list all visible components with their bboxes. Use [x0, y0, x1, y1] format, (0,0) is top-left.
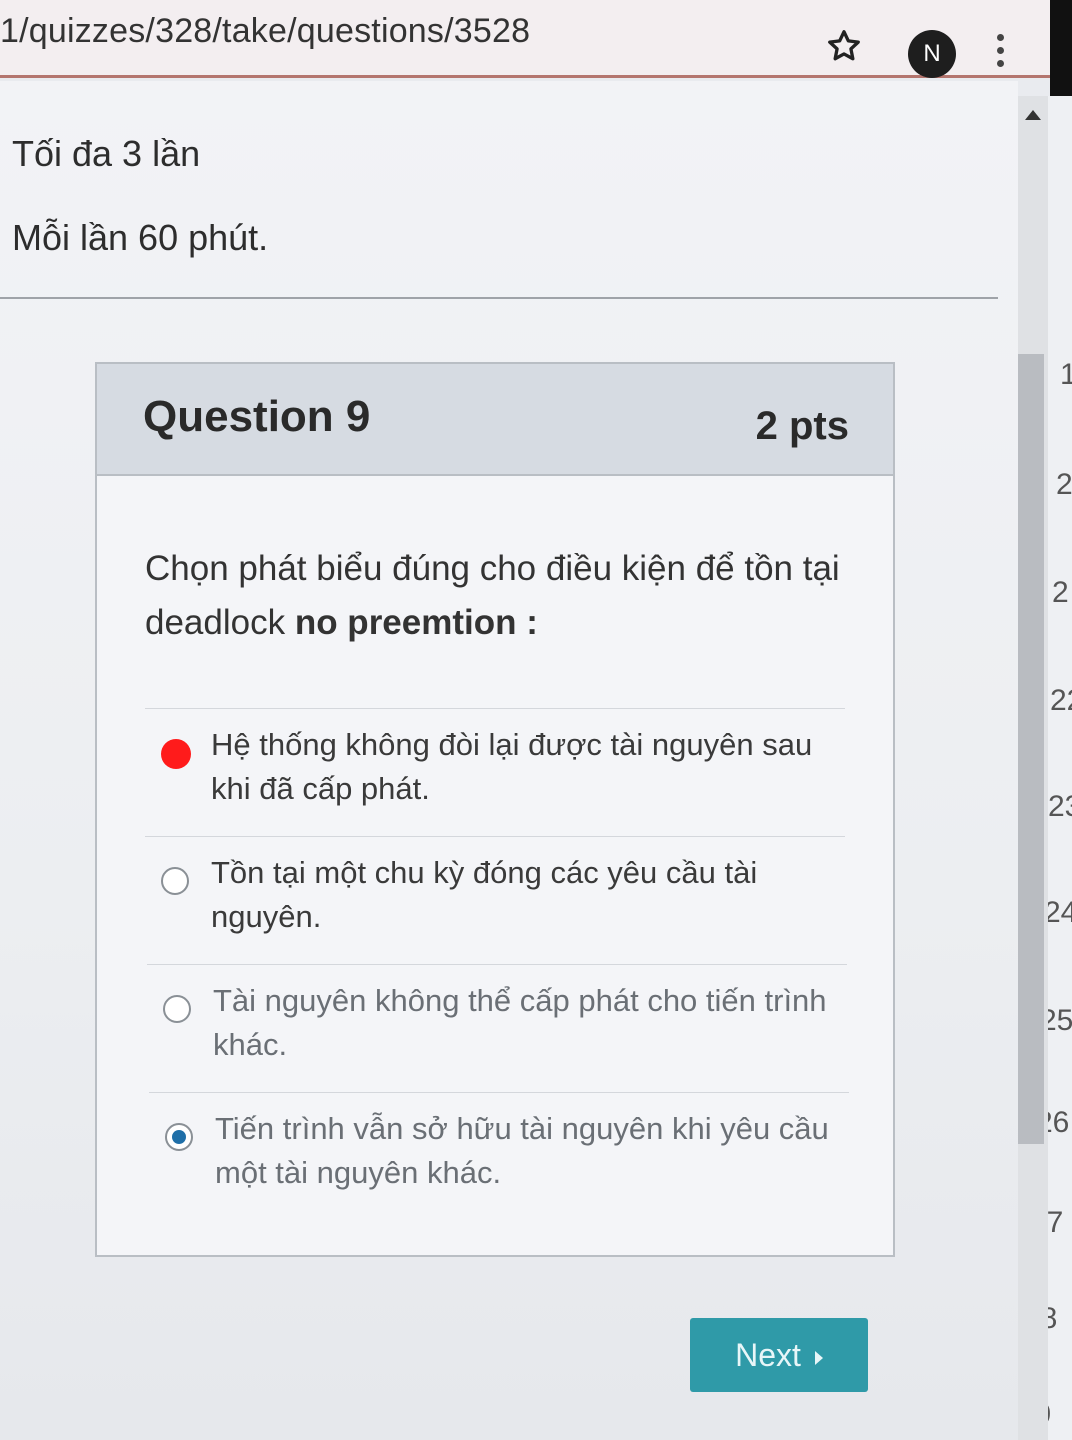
answer-label: Tài nguyên không thể cấp phát cho tiến t… [213, 983, 827, 1062]
caret-right-icon [814, 1350, 823, 1365]
radio-button[interactable] [161, 867, 189, 895]
address-bar-url[interactable]: 1/quizzes/328/take/questions/3528 [0, 12, 530, 51]
divider [0, 297, 998, 299]
question-list-item[interactable]: 1 [1060, 358, 1072, 392]
answer-option-1[interactable]: Hệ thống không đòi lại được tài nguyên s… [145, 708, 845, 836]
answer-option-3[interactable]: Tài nguyên không thể cấp phát cho tiến t… [147, 964, 847, 1092]
question-header: Question 9 2 pts [97, 364, 893, 476]
question-list-item[interactable]: 2 [1052, 576, 1069, 610]
answer-option-2[interactable]: Tồn tại một chu kỳ đóng các yêu cầu tài … [145, 836, 845, 964]
radio-button-selected[interactable] [165, 1123, 193, 1151]
question-list-item[interactable]: 24 [1048, 896, 1072, 930]
bookmark-star-icon[interactable] [826, 28, 862, 64]
answer-option-4[interactable]: Tiến trình vẫn sở hữu tài nguyên khi yêu… [149, 1092, 849, 1212]
scrollbar-thumb[interactable] [1018, 354, 1044, 1144]
question-title: Question 9 [143, 392, 371, 441]
question-list-item[interactable]: 25 [1048, 1004, 1072, 1038]
question-list-item[interactable]: 22 [1050, 684, 1072, 718]
question-text-bold: no preemtion : [294, 603, 538, 642]
question-list-item[interactable]: 28 [1048, 1302, 1057, 1336]
question-list-item[interactable]: 29 [1048, 1398, 1051, 1432]
radio-button-marked[interactable] [161, 739, 191, 769]
kebab-menu-icon[interactable] [994, 34, 1006, 74]
time-limit-info: Mỗi lần 60 phút. [12, 217, 269, 258]
next-button-label: Next [735, 1337, 801, 1373]
page-scrollbar[interactable] [1018, 96, 1048, 1440]
browser-toolbar: 1/quizzes/328/take/questions/3528 N [0, 0, 1050, 78]
question-list-item[interactable]: 23 [1048, 790, 1072, 824]
radio-button[interactable] [163, 995, 191, 1023]
question-list-item[interactable]: 26 [1048, 1106, 1069, 1140]
window-edge [1050, 0, 1072, 96]
next-button[interactable]: Next [690, 1318, 868, 1392]
question-points: 2 pts [755, 404, 849, 448]
question-list-strip: 1 2 2 22 23 24 25 26 27 28 29 [1048, 96, 1072, 1440]
question-list-item[interactable]: 2 [1056, 468, 1072, 502]
question-text: Chọn phát biểu đúng cho điều kiện để tồn… [145, 542, 845, 650]
attempts-info: Tối đa 3 lần [12, 133, 201, 174]
scroll-up-arrow-icon[interactable] [1025, 110, 1041, 120]
answer-label: Tồn tại một chu kỳ đóng các yêu cầu tài … [211, 855, 758, 934]
question-list-item[interactable]: 27 [1048, 1206, 1063, 1240]
answer-label: Tiến trình vẫn sở hữu tài nguyên khi yêu… [215, 1111, 829, 1190]
profile-avatar[interactable]: N [908, 30, 956, 78]
answer-label: Hệ thống không đòi lại được tài nguyên s… [211, 727, 813, 806]
